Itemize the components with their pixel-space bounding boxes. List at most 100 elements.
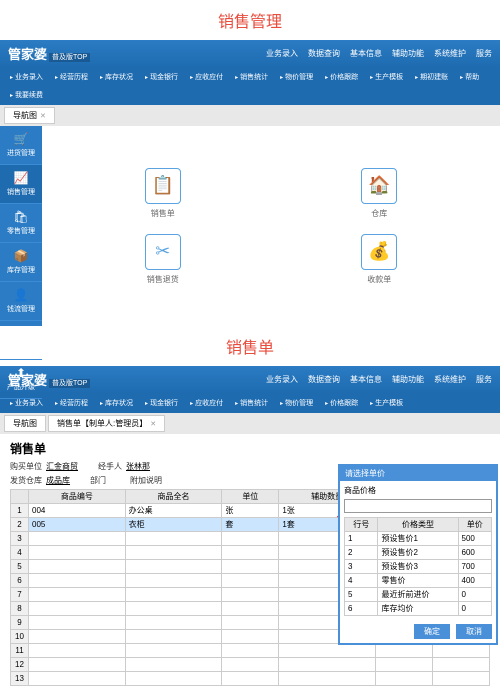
- sidebar-item[interactable]: 🛒进货管理: [0, 126, 42, 165]
- col-header[interactable]: 行号: [345, 518, 378, 532]
- ribbon-item[interactable]: 我要续费: [6, 88, 47, 102]
- field-note[interactable]: 附加说明: [130, 475, 166, 486]
- sidebar-item[interactable]: 📦库存管理: [0, 243, 42, 282]
- col-header[interactable]: 商品全名: [125, 490, 222, 504]
- ribbon-item[interactable]: 库存状况: [96, 396, 137, 410]
- ribbon-item[interactable]: 库存状况: [96, 70, 137, 84]
- ribbon-item[interactable]: 应收应付: [186, 396, 227, 410]
- menu-item[interactable]: 基本信息: [350, 374, 382, 385]
- table-row[interactable]: 2预设售价2600: [345, 546, 492, 560]
- tab-bar: 导航图销售单【制单人:管理员】✕: [0, 413, 500, 434]
- ribbon: 业务录入经营历程库存状况现金银行应收应付销售统计物价管理价格跟踪生产模板: [0, 393, 500, 413]
- sidebar-icon: 🛒: [2, 132, 40, 146]
- menu-item[interactable]: 数据查询: [308, 48, 340, 59]
- popup-label: 商品价格: [344, 485, 492, 496]
- ribbon-item[interactable]: 生产模板: [366, 70, 407, 84]
- ok-button[interactable]: 确定: [414, 624, 450, 639]
- card-grid: 📋销售单 🏠仓库 ✂销售退货 💰收款单: [42, 126, 500, 326]
- ribbon-item[interactable]: 经营历程: [51, 396, 92, 410]
- ribbon-item[interactable]: 现金银行: [141, 70, 182, 84]
- nav-card[interactable]: 🏠仓库: [279, 168, 481, 219]
- menu-item[interactable]: 数据查询: [308, 374, 340, 385]
- menu-item[interactable]: 系统维护: [434, 374, 466, 385]
- field-handler[interactable]: 经手人张林那: [98, 461, 150, 472]
- table-row[interactable]: 3预设售价3700: [345, 560, 492, 574]
- ribbon-item[interactable]: 物价管理: [276, 396, 317, 410]
- menu-item[interactable]: 服务: [476, 374, 492, 385]
- field-warehouse[interactable]: 发货仓库成品库: [10, 475, 70, 486]
- table-row[interactable]: 13: [11, 672, 490, 686]
- ribbon-item[interactable]: 价格跟踪: [321, 70, 362, 84]
- col-header[interactable]: 价格类型: [378, 518, 458, 532]
- card-icon: 🏠: [361, 168, 397, 204]
- tab[interactable]: 销售单【制单人:管理员】✕: [48, 415, 165, 432]
- table-row[interactable]: 5最近折前进价0: [345, 588, 492, 602]
- ribbon-item[interactable]: 期初建账: [411, 70, 452, 84]
- table-row[interactable]: 4零售价400: [345, 574, 492, 588]
- table-row[interactable]: 6库存均价0: [345, 602, 492, 616]
- ribbon-item[interactable]: 价格跟踪: [321, 396, 362, 410]
- app-2: 管家婆普及版TOP 业务录入数据查询基本信息辅助功能系统维护服务 业务录入经营历…: [0, 366, 500, 692]
- ribbon-item[interactable]: 销售统计: [231, 396, 272, 410]
- sidebar-item[interactable]: ⚙系统维护: [0, 321, 42, 360]
- close-icon[interactable]: ✕: [150, 420, 156, 428]
- tab-bar: 导航图✕: [0, 105, 500, 126]
- form-area: 销售单 购买单位汇金商贸 经手人张林那 发货仓库成品库 部门 附加说明 商品编号…: [0, 434, 500, 692]
- menu-item[interactable]: 辅助功能: [392, 48, 424, 59]
- logo: 管家婆普及版TOP: [8, 44, 90, 63]
- nav-card[interactable]: 💰收款单: [279, 234, 481, 285]
- sidebar-item[interactable]: 🛍零售管理: [0, 204, 42, 243]
- ribbon-item[interactable]: 业务录入: [6, 70, 47, 84]
- section-title-1: 销售管理: [0, 0, 500, 40]
- price-popup: 请选择单价 商品价格 行号价格类型单价1预设售价15002预设售价26003预设…: [338, 464, 498, 645]
- menu-item[interactable]: 基本信息: [350, 48, 382, 59]
- nav-card[interactable]: ✂销售退货: [62, 234, 264, 285]
- sidebar-icon: ⚙: [2, 327, 40, 341]
- sidebar: 🛒进货管理📈销售管理🛍零售管理📦库存管理👤钱流管理⚙系统维护⬆产品升级: [0, 126, 42, 326]
- popup-title: 请选择单价: [340, 466, 496, 481]
- menu-item[interactable]: 业务录入: [266, 374, 298, 385]
- menu-item[interactable]: 业务录入: [266, 48, 298, 59]
- ribbon-item[interactable]: 经营历程: [51, 70, 92, 84]
- sidebar-icon: 📈: [2, 171, 40, 185]
- card-icon: ✂: [145, 234, 181, 270]
- tab[interactable]: 导航图✕: [4, 107, 55, 124]
- top-menu: 业务录入数据查询基本信息辅助功能系统维护服务: [266, 48, 492, 59]
- close-icon[interactable]: ✕: [40, 112, 46, 120]
- menu-item[interactable]: 系统维护: [434, 48, 466, 59]
- col-header[interactable]: 单价: [458, 518, 491, 532]
- ribbon-item[interactable]: 应收应付: [186, 70, 227, 84]
- header: 管家婆普及版TOP 业务录入数据查询基本信息辅助功能系统维护服务: [0, 366, 500, 393]
- app-1: 管家婆普及版TOP 业务录入数据查询基本信息辅助功能系统维护服务 业务录入经营历…: [0, 40, 500, 326]
- ribbon-item[interactable]: 生产模板: [366, 396, 407, 410]
- section-title-2: 销售单: [0, 326, 500, 366]
- card-icon: 📋: [145, 168, 181, 204]
- ribbon-item[interactable]: 帮助: [456, 70, 483, 84]
- logo: 管家婆普及版TOP: [8, 370, 90, 389]
- sidebar-icon: 🛍: [2, 210, 40, 224]
- sidebar-item[interactable]: 📈销售管理: [0, 165, 42, 204]
- form-title: 销售单: [10, 440, 490, 457]
- field-dept[interactable]: 部门: [90, 475, 110, 486]
- sidebar-icon: 👤: [2, 288, 40, 302]
- ribbon-item[interactable]: 销售统计: [231, 70, 272, 84]
- col-header[interactable]: [11, 490, 29, 504]
- table-row[interactable]: 12: [11, 658, 490, 672]
- ribbon-item[interactable]: 物价管理: [276, 70, 317, 84]
- ribbon-item[interactable]: 业务录入: [6, 396, 47, 410]
- nav-card[interactable]: 📋销售单: [62, 168, 264, 219]
- cancel-button[interactable]: 取消: [456, 624, 492, 639]
- table-row[interactable]: 1预设售价1500: [345, 532, 492, 546]
- popup-grid[interactable]: 行号价格类型单价1预设售价15002预设售价26003预设售价37004零售价4…: [344, 517, 492, 616]
- col-header[interactable]: 商品编号: [29, 490, 126, 504]
- sidebar-item[interactable]: 👤钱流管理: [0, 282, 42, 321]
- ribbon-item[interactable]: 现金银行: [141, 396, 182, 410]
- menu-item[interactable]: 服务: [476, 48, 492, 59]
- col-header[interactable]: 单位: [222, 490, 279, 504]
- menu-item[interactable]: 辅助功能: [392, 374, 424, 385]
- field-buyer[interactable]: 购买单位汇金商贸: [10, 461, 78, 472]
- popup-input[interactable]: [344, 499, 492, 513]
- sidebar-icon: 📦: [2, 249, 40, 263]
- tab[interactable]: 导航图: [4, 415, 46, 432]
- table-row[interactable]: 11: [11, 644, 490, 658]
